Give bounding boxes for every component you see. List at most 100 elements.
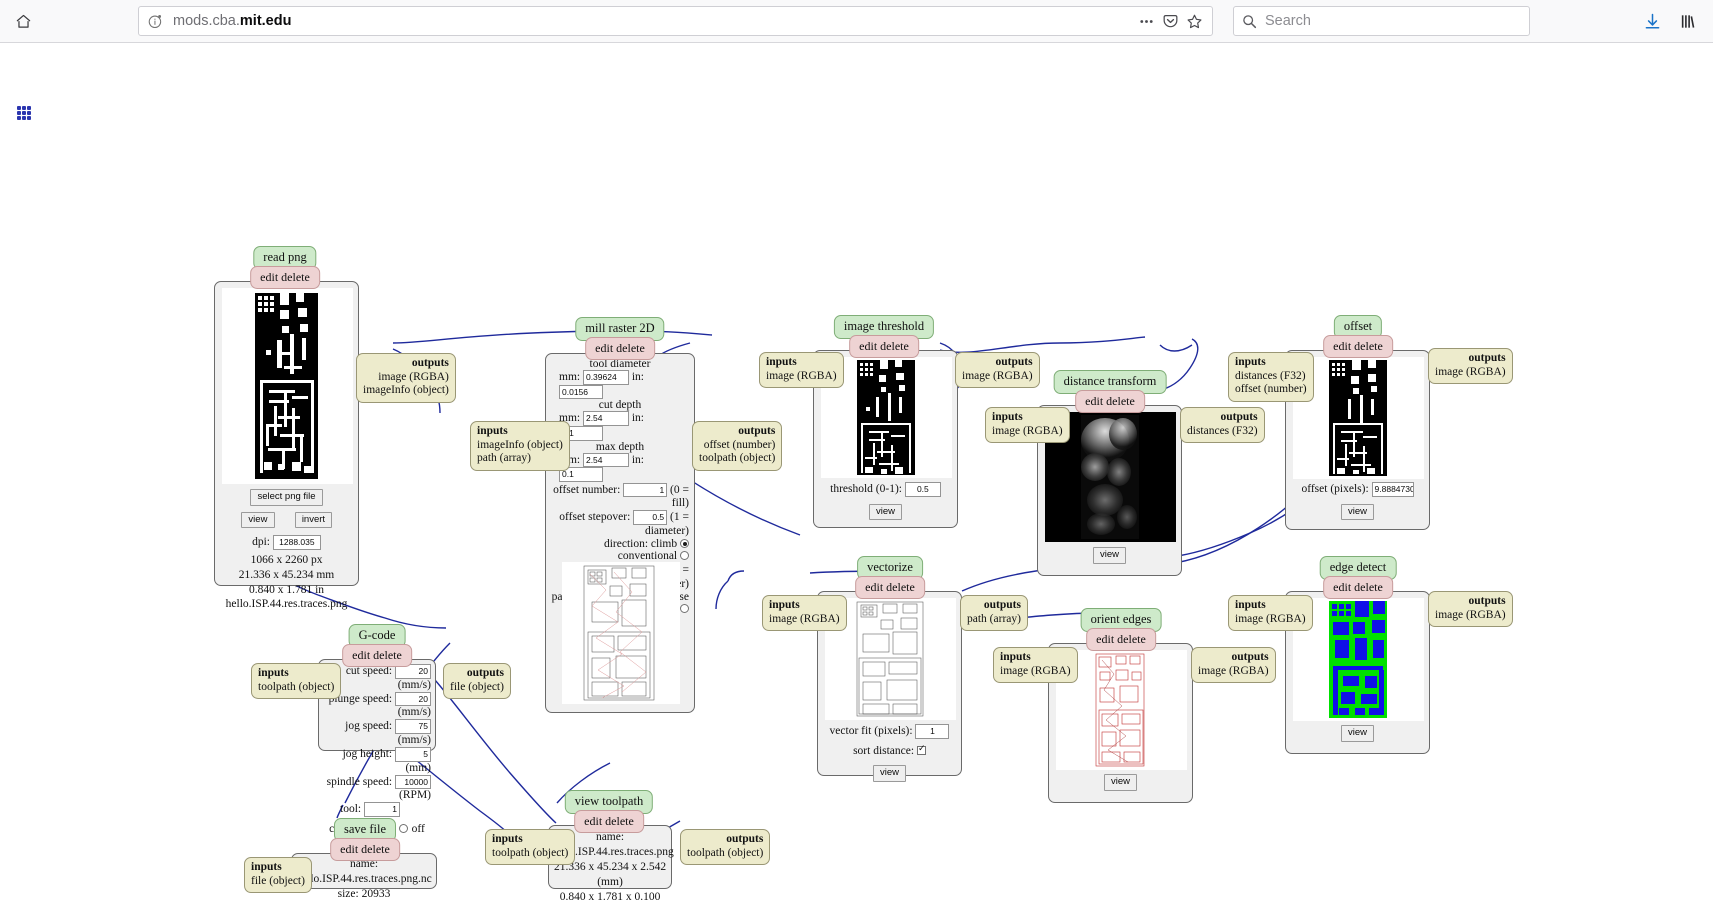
view-button-read-png[interactable]: view: [240, 511, 275, 528]
delete-link-gcode[interactable]: delete: [373, 648, 402, 662]
cut-depth-mm-input[interactable]: 2.54: [582, 411, 629, 426]
edge-detect-preview[interactable]: [1293, 598, 1424, 721]
port-line[interactable]: imageInfo (object): [477, 439, 563, 453]
edit-link-read-png[interactable]: edit: [260, 270, 278, 284]
edit-link-orient-edges[interactable]: edit: [1096, 632, 1114, 646]
port-line[interactable]: path (array): [477, 452, 563, 466]
view-button-distance-transform[interactable]: view: [1092, 547, 1126, 564]
delete-link-image-threshold[interactable]: delete: [880, 339, 909, 353]
port-line[interactable]: path (array): [967, 613, 1021, 627]
port-line[interactable]: offset (number): [1235, 383, 1307, 397]
address-bar[interactable]: mods.cba.mit.edu: [138, 6, 1213, 36]
port-line[interactable]: toolpath (object): [492, 847, 568, 861]
invert-button-read-png[interactable]: invert: [294, 511, 333, 528]
port-outputs-distance-transform: outputs distances (F32): [1180, 407, 1265, 444]
sort-distance-checkbox-vectorize[interactable]: [916, 743, 926, 756]
read-png-preview[interactable]: [222, 288, 353, 484]
port-header: inputs: [769, 599, 800, 611]
delete-link-edge-detect[interactable]: delete: [1354, 580, 1383, 594]
offset-number-input[interactable]: 1: [623, 482, 668, 498]
port-line[interactable]: distances (F32): [1187, 425, 1258, 439]
port-line[interactable]: distances (F32): [1235, 370, 1307, 384]
delete-link-save-file[interactable]: delete: [361, 842, 390, 856]
node-editdelete-edge-detect: edit delete: [1323, 576, 1393, 599]
delete-link-read-png[interactable]: delete: [281, 270, 310, 284]
edit-link-save-file[interactable]: edit: [340, 842, 358, 856]
edit-link-vectorize[interactable]: edit: [865, 580, 883, 594]
bookmark-button[interactable]: [1182, 9, 1206, 33]
port-header: inputs: [492, 833, 523, 845]
offset-pixels-input[interactable]: 9.8884730: [1371, 482, 1414, 497]
delete-link-mill-raster-2d[interactable]: delete: [616, 341, 645, 355]
threshold-input[interactable]: 0.5: [904, 482, 941, 497]
delete-link-distance-transform[interactable]: delete: [1106, 394, 1135, 408]
path-order-reverse-radio[interactable]: [680, 603, 689, 613]
port-line[interactable]: image (RGBA): [363, 371, 449, 385]
url-text[interactable]: mods.cba.mit.edu: [173, 13, 1134, 29]
tool-input[interactable]: 1: [364, 802, 400, 817]
delete-link-vectorize[interactable]: delete: [886, 580, 915, 594]
port-line[interactable]: toolpath (object): [258, 681, 334, 695]
port-line[interactable]: file (object): [251, 875, 305, 889]
spindle-speed-input[interactable]: 10000: [395, 774, 431, 790]
select-png-file-button[interactable]: select png file: [250, 489, 323, 506]
port-line[interactable]: toolpath (object): [687, 847, 763, 861]
plunge-speed-input[interactable]: 20: [395, 691, 431, 707]
view-button-edge-detect[interactable]: view: [1340, 725, 1374, 742]
port-line[interactable]: imageInfo (object): [363, 384, 449, 398]
port-line[interactable]: image (RGBA): [1198, 665, 1269, 679]
library-button[interactable]: [1673, 6, 1703, 36]
port-line[interactable]: offset (number): [699, 439, 776, 453]
offset-stepover-input[interactable]: 0.5: [633, 510, 668, 525]
home-button[interactable]: [6, 4, 40, 38]
port-line[interactable]: image (RGBA): [1235, 613, 1306, 627]
port-line[interactable]: image (RGBA): [766, 370, 837, 384]
offset-pixels-label: offset (pixels):: [1301, 483, 1369, 495]
view-button-vectorize[interactable]: view: [872, 765, 906, 782]
page-actions-button[interactable]: [1134, 9, 1158, 33]
tool-diameter-mm-input[interactable]: 0.39624: [582, 370, 629, 385]
coolant-off-label: off: [411, 822, 425, 835]
port-line[interactable]: image (RGBA): [992, 425, 1063, 439]
direction-climb-radio[interactable]: [680, 539, 689, 548]
edit-link-gcode[interactable]: edit: [352, 648, 370, 662]
home-icon: [16, 14, 30, 28]
grid-menu-icon[interactable]: [17, 106, 31, 120]
port-line[interactable]: image (RGBA): [769, 613, 840, 627]
delete-link-offset[interactable]: delete: [1354, 339, 1383, 353]
pocket-button[interactable]: [1158, 9, 1182, 33]
direction-conventional-radio[interactable]: [680, 551, 689, 560]
port-line[interactable]: image (RGBA): [1435, 366, 1506, 380]
info-icon[interactable]: [145, 11, 165, 31]
tool-diameter-in-label: in:: [631, 370, 644, 383]
mods-canvas: read png edit delete select png file vie…: [0, 43, 1713, 905]
edit-link-mill-raster-2d[interactable]: edit: [595, 341, 613, 355]
edit-link-edge-detect[interactable]: edit: [1333, 580, 1351, 594]
port-line[interactable]: image (RGBA): [962, 370, 1033, 384]
delete-link-orient-edges[interactable]: delete: [1117, 632, 1146, 646]
port-line[interactable]: image (RGBA): [1435, 609, 1506, 623]
port-header: outputs: [983, 599, 1021, 611]
port-line[interactable]: toolpath (object): [699, 452, 775, 466]
view-button-offset[interactable]: view: [1340, 503, 1374, 521]
port-line[interactable]: image (RGBA): [1000, 665, 1071, 679]
max-depth-mm-input[interactable]: 2.54: [582, 452, 629, 468]
port-line[interactable]: file (object): [450, 681, 504, 695]
tool-diameter-in-input[interactable]: 0.0156: [559, 384, 603, 400]
jog-height-input[interactable]: 5: [395, 746, 431, 762]
edit-link-distance-transform[interactable]: edit: [1085, 394, 1103, 408]
edit-link-image-threshold[interactable]: edit: [859, 339, 877, 353]
coolant-off-radio[interactable]: [398, 823, 408, 833]
vector-fit-input[interactable]: 1: [915, 724, 950, 739]
edit-link-view-toolpath[interactable]: edit: [584, 814, 602, 828]
view-button-orient-edges[interactable]: view: [1103, 774, 1137, 791]
dpi-input[interactable]: 1288.035: [272, 535, 321, 550]
search-input[interactable]: Search: [1265, 13, 1311, 29]
view-button-image-threshold[interactable]: view: [868, 503, 902, 521]
jog-speed-input[interactable]: 75: [395, 719, 431, 734]
search-bar[interactable]: Search: [1233, 6, 1530, 36]
delete-link-view-toolpath[interactable]: delete: [605, 814, 634, 828]
mill-raster-toolpath-preview[interactable]: [562, 562, 680, 704]
edit-link-offset[interactable]: edit: [1333, 339, 1351, 353]
downloads-button[interactable]: [1637, 6, 1667, 36]
